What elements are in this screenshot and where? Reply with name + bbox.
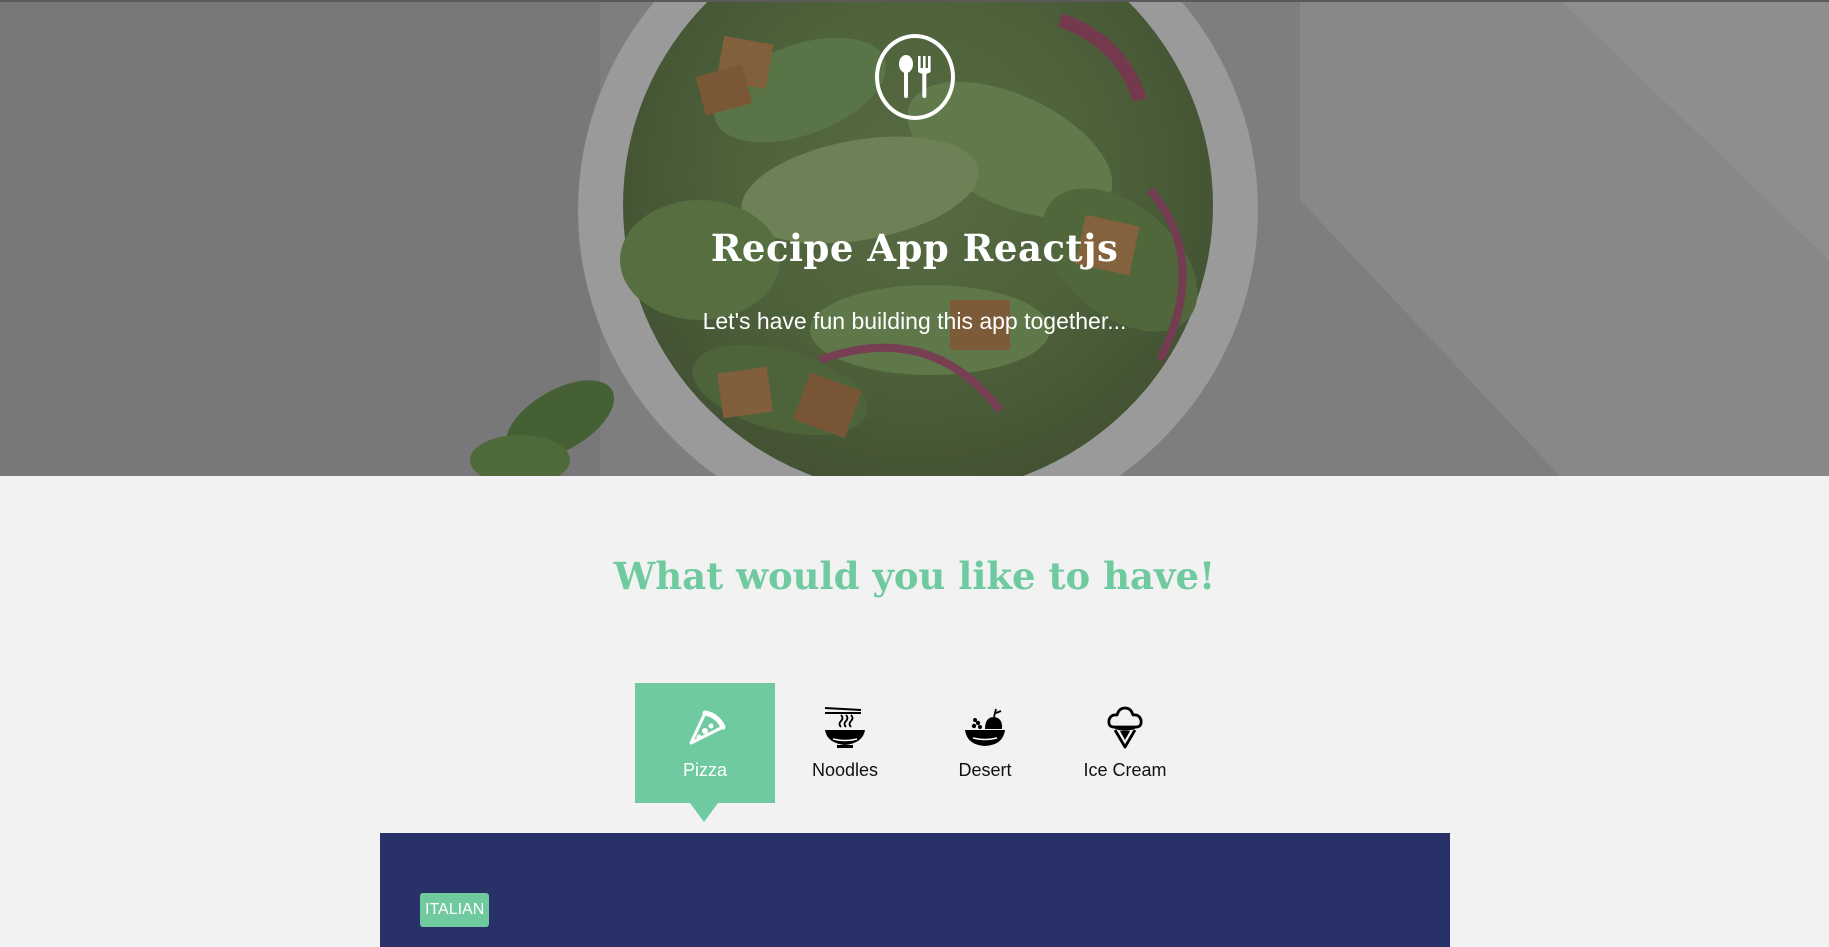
- fork-spoon-icon: [875, 34, 955, 120]
- app-title: Recipe App Reactjs: [710, 226, 1119, 270]
- tab-pizza[interactable]: Pizza: [635, 683, 775, 803]
- section-title: What would you like to have!: [613, 554, 1216, 598]
- pizza-icon: [689, 710, 726, 745]
- active-tab-pointer: [690, 803, 718, 822]
- top-border: [0, 0, 1829, 2]
- cuisine-badge: ITALIAN: [420, 893, 490, 927]
- tab-label: Ice Cream: [1083, 760, 1167, 780]
- tab-ice-cream[interactable]: Ice Cream: [1055, 683, 1195, 803]
- ice-cream-icon: [1107, 706, 1143, 749]
- recipe-panel: ITALIAN: [380, 833, 1450, 947]
- tab-label: Noodles: [811, 760, 879, 780]
- tab-noodles[interactable]: Noodles: [775, 683, 915, 803]
- tab-label: Pizza: [682, 760, 727, 780]
- dessert-bowl-icon: [965, 708, 1005, 746]
- tab-label: Desert: [958, 760, 1012, 780]
- hero-content: Recipe App Reactjs Let's have fun buildi…: [0, 0, 1829, 476]
- app-subtitle: Let's have fun building this app togethe…: [702, 308, 1127, 334]
- tab-desert[interactable]: Desert: [915, 683, 1055, 803]
- hero-banner: Recipe App Reactjs Let's have fun buildi…: [0, 0, 1829, 476]
- noodles-icon: [824, 707, 865, 748]
